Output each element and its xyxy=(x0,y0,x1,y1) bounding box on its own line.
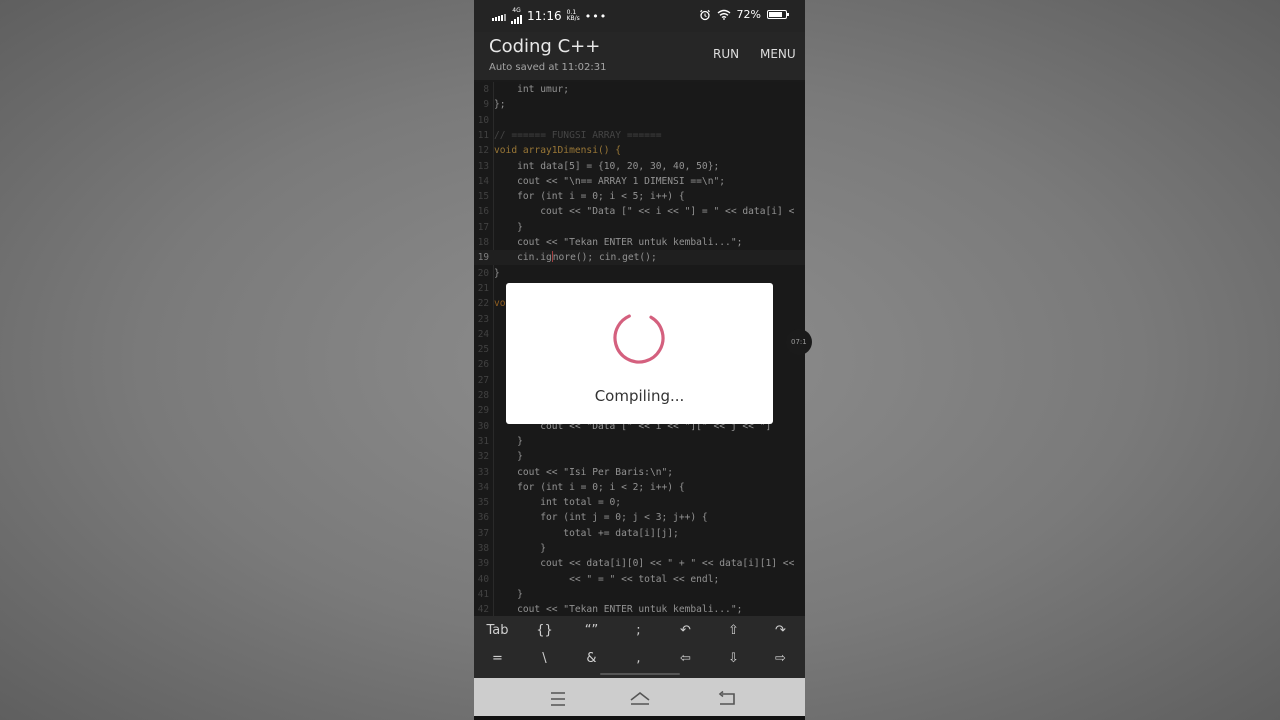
wifi-icon xyxy=(717,9,730,20)
undo-icon[interactable]: ↶ xyxy=(662,623,709,638)
semicolon-key[interactable]: ; xyxy=(615,623,662,638)
accessory-scroll-indicator xyxy=(600,673,680,675)
loading-spinner-icon xyxy=(613,312,665,364)
tab-key[interactable]: Tab xyxy=(474,623,521,638)
home-icon[interactable] xyxy=(629,689,651,709)
battery-percent: 72% xyxy=(736,8,761,21)
menu-button[interactable]: MENU xyxy=(760,47,796,61)
more-notifications-icon: ••• xyxy=(584,9,608,23)
shift-up-icon[interactable]: ⇧ xyxy=(710,623,757,638)
signal-strength-icon xyxy=(511,14,522,24)
run-button[interactable]: RUN xyxy=(713,47,739,61)
app-bar: Coding C++ Auto saved at 11:02:31 RUN ME… xyxy=(474,32,805,80)
cursor-down-icon[interactable]: ⇩ xyxy=(710,651,757,666)
status-bar: 4G 11:16 0.1 KB/s ••• 72% xyxy=(474,0,805,32)
cursor-right-icon[interactable]: ⇨ xyxy=(757,651,804,666)
autosave-status: Auto saved at 11:02:31 xyxy=(489,62,607,73)
back-icon[interactable] xyxy=(717,689,737,709)
system-nav-bar xyxy=(474,678,805,720)
quotes-key[interactable]: “” xyxy=(568,623,615,638)
floating-timer-bubble[interactable]: 07:1 xyxy=(786,329,812,355)
dialog-message: Compiling... xyxy=(594,387,685,405)
equals-key[interactable]: = xyxy=(474,651,521,666)
comma-key[interactable]: , xyxy=(615,651,662,666)
cursor-left-icon[interactable]: ⇦ xyxy=(662,651,709,666)
braces-key[interactable]: {} xyxy=(521,623,568,638)
status-time: 11:16 xyxy=(527,9,562,23)
accessory-keys-bar: Tab {} “” ; ↶ ⇧ ↷ = \ & , ⇦ ⇩ ⇨ xyxy=(474,616,805,678)
signal-icon xyxy=(492,11,506,21)
bottom-edge xyxy=(474,716,805,720)
page-title: Coding C++ xyxy=(489,36,601,57)
battery-icon xyxy=(767,10,789,19)
network-speed: 0.1 KB/s xyxy=(566,9,580,22)
redo-icon[interactable]: ↷ xyxy=(757,623,804,638)
ampersand-key[interactable]: & xyxy=(568,651,615,666)
backslash-key[interactable]: \ xyxy=(521,651,568,666)
compiling-dialog: Compiling... xyxy=(506,283,773,424)
alarm-icon xyxy=(699,9,710,20)
menu-icon[interactable] xyxy=(549,689,567,709)
